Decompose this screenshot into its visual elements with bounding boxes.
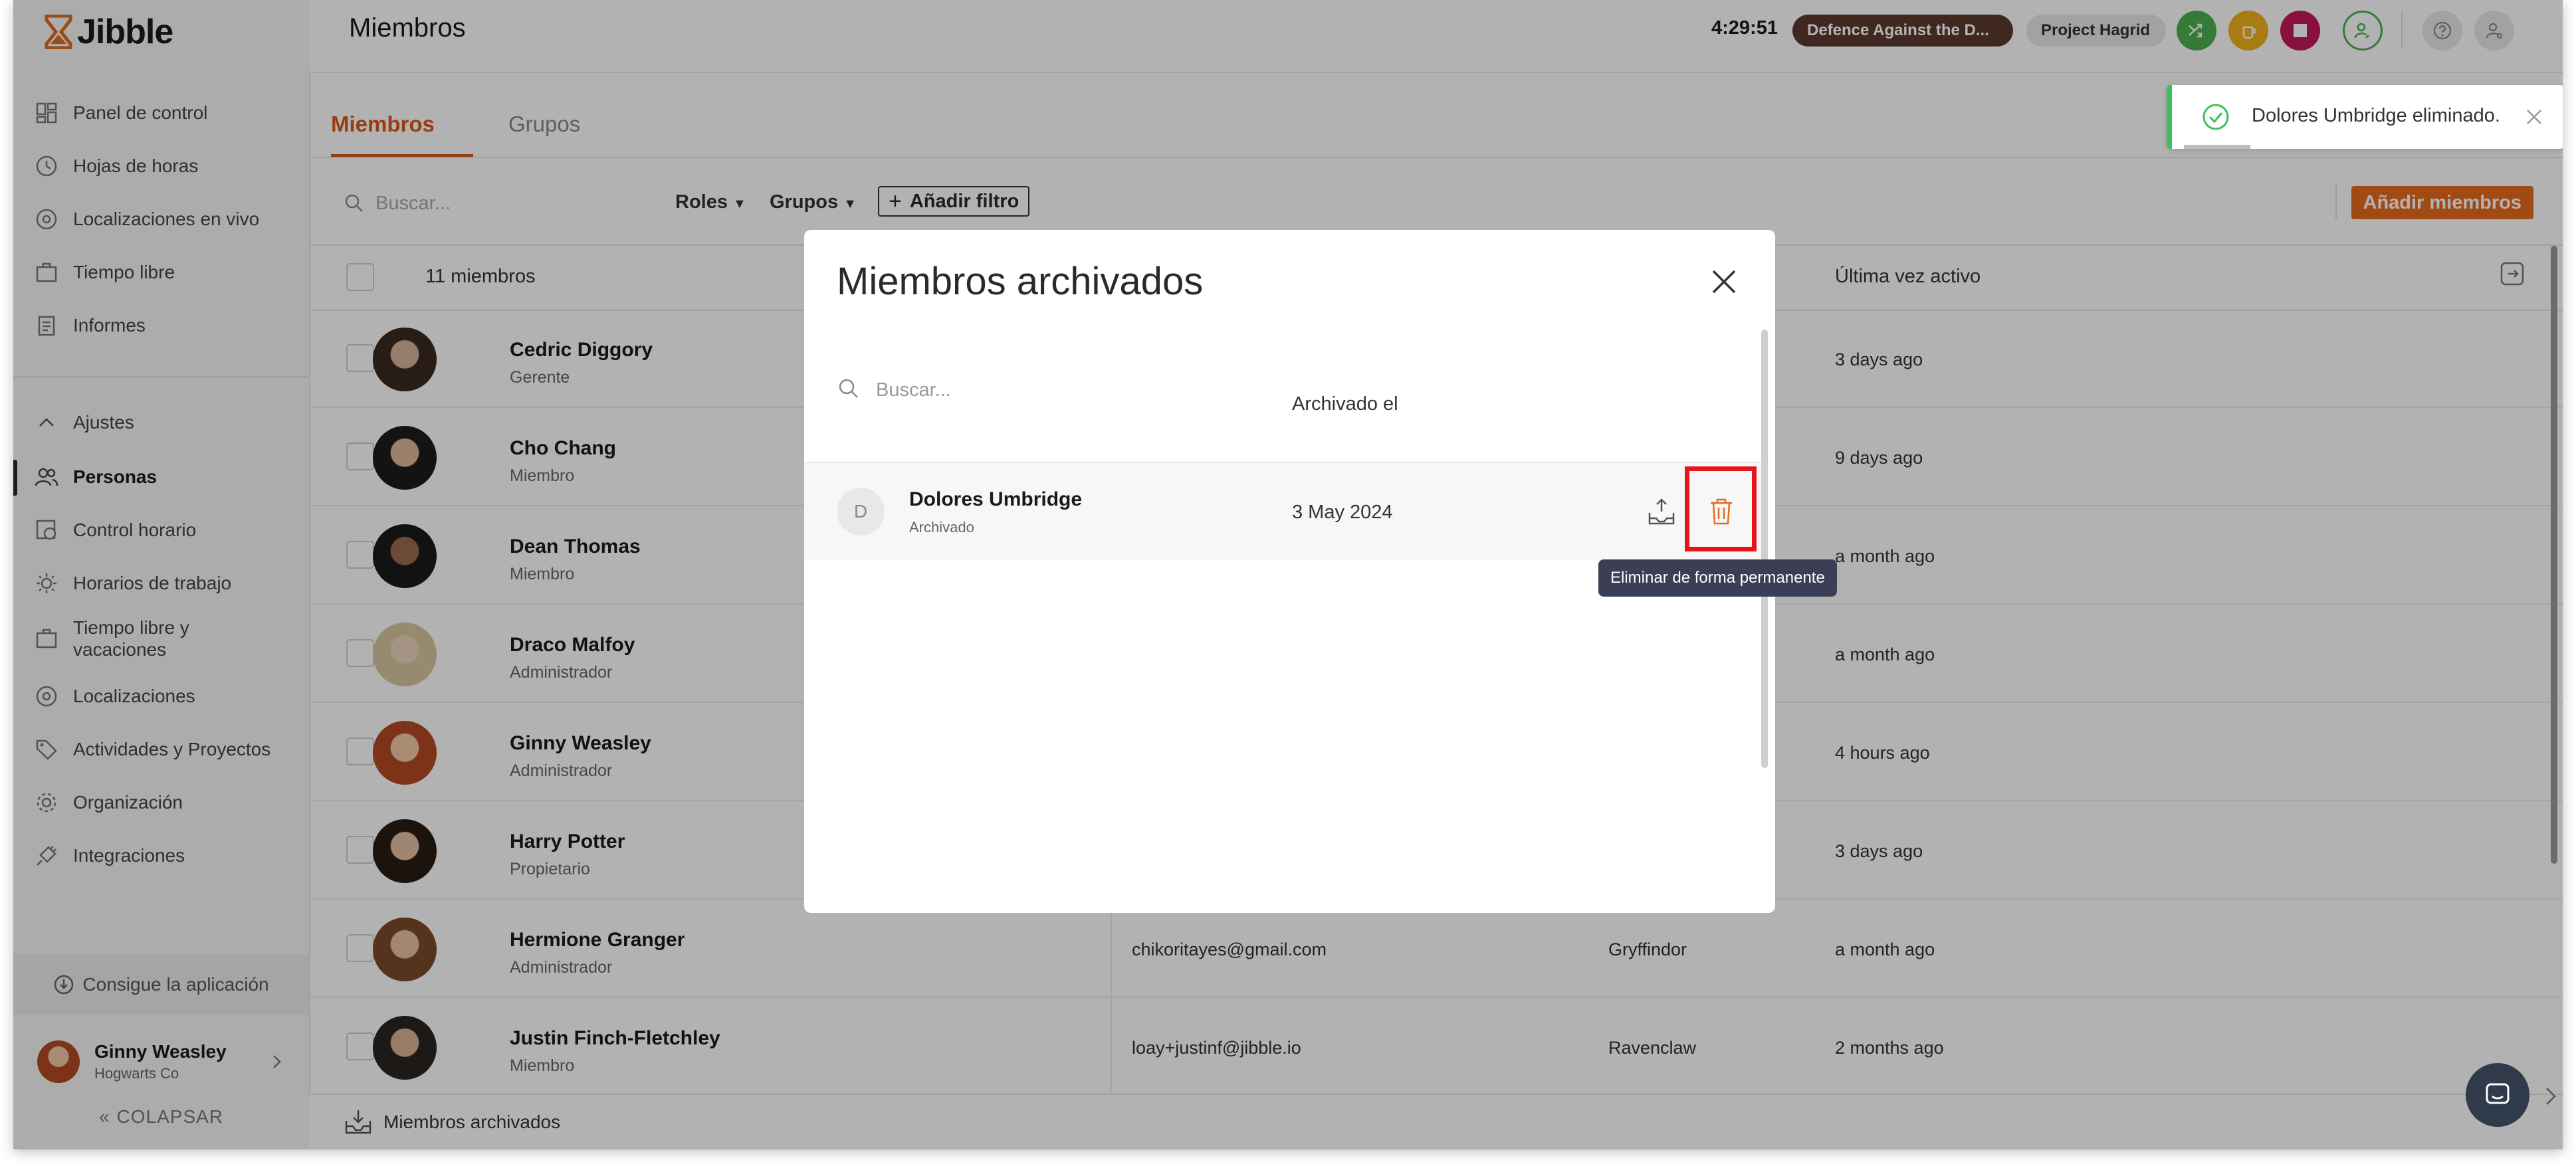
close-icon[interactable] [2524,107,2544,127]
search-icon [839,379,858,398]
chat-support-button[interactable] [2466,1063,2529,1127]
archived-member-row: D Dolores Umbridge Archivado 3 May 2024 [804,463,1762,560]
restore-icon[interactable] [1647,497,1676,526]
delete-tooltip: Eliminar de forma permanente [1598,559,1837,597]
chevron-right-icon[interactable] [2543,1083,2559,1110]
toast-message: Dolores Umbridge eliminado. [2252,105,2500,126]
archived-date: 3 May 2024 [1292,502,1393,523]
check-circle-icon [2202,104,2229,130]
chat-icon [2486,1083,2510,1104]
archived-on-header: Archivado el [1292,393,1398,415]
modal-scrollbar[interactable] [1761,330,1768,768]
trash-icon[interactable] [1708,497,1735,526]
archived-member-status: Archivado [909,519,974,536]
toast-timer-bar [2184,145,2250,149]
archived-member-name: Dolores Umbridge [909,488,1083,510]
close-icon[interactable] [1705,263,1743,300]
modal-title: Miembros archivados [837,260,1204,303]
avatar-initial: D [837,488,885,536]
page-scrollbar[interactable] [2551,246,2557,864]
success-toast: Dolores Umbridge eliminado. [2167,85,2563,149]
modal-search-input[interactable]: Buscar... [876,379,951,401]
app-window: Jibble Panel de control Hojas de horas L… [13,0,2563,1149]
